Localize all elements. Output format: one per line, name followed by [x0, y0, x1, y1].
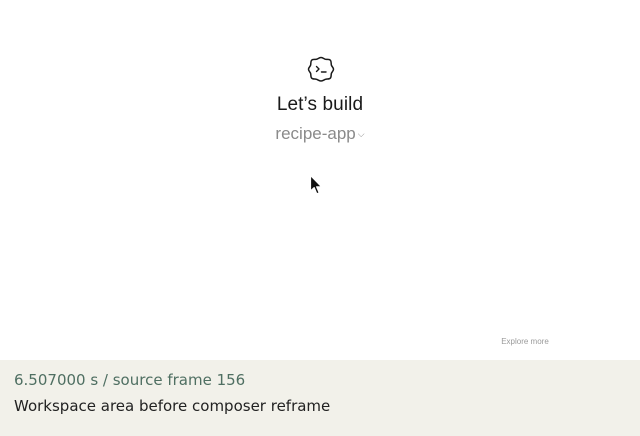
project-selector[interactable]: recipe-app ⌵ [0, 124, 640, 144]
screenshot-frame: Let’s build recipe-app ⌵ Explore more 6.5… [0, 0, 640, 436]
caption-bar: 6.507000 s / source frame 156 Workspace … [0, 360, 640, 436]
frame-description: Workspace area before composer reframe [14, 397, 331, 415]
frame-timestamp: 6.507000 s / source frame 156 [14, 371, 246, 389]
project-name-label: recipe-app [275, 124, 356, 143]
workspace-area: Let’s build recipe-app ⌵ Explore more [0, 0, 640, 360]
chevron-down-icon: ⌵ [357, 129, 365, 139]
page-headline: Let’s build [276, 94, 364, 115]
smiley-badge-icon [307, 56, 335, 82]
explore-more-link[interactable]: Explore more [482, 337, 568, 346]
mouse-pointer-icon [309, 174, 323, 195]
